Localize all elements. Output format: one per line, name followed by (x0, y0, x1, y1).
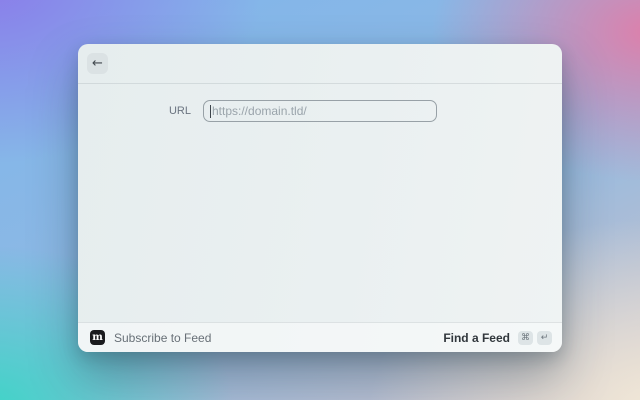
action-bar: m Subscribe to Feed Find a Feed ⌘ ↵ (78, 322, 562, 352)
miniflux-app-icon: m (90, 330, 105, 345)
url-label: URL (168, 105, 191, 117)
window-header: ← (78, 44, 562, 84)
return-key-glyph: ↵ (540, 332, 549, 343)
return-key-icon: ↵ (537, 330, 552, 345)
back-arrow-icon: ← (92, 56, 103, 71)
action-bar-left: m Subscribe to Feed (90, 330, 211, 345)
primary-action-label: Find a Feed (443, 330, 510, 345)
desktop-background: ← URL m Subscribe to Feed Find a Feed (0, 0, 640, 400)
command-title: Subscribe to Feed (114, 330, 212, 345)
command-key-icon: ⌘ (518, 330, 533, 345)
command-key-glyph: ⌘ (521, 332, 530, 343)
url-form-row: URL (78, 100, 562, 122)
url-input-field[interactable] (211, 104, 430, 118)
form-body: URL (78, 84, 562, 322)
back-button[interactable]: ← (87, 53, 108, 74)
app-icon-letter: m (92, 331, 103, 343)
command-window: ← URL m Subscribe to Feed Find a Feed (78, 44, 562, 352)
primary-action-button[interactable]: Find a Feed ⌘ ↵ (443, 330, 552, 345)
url-input[interactable] (203, 100, 437, 122)
